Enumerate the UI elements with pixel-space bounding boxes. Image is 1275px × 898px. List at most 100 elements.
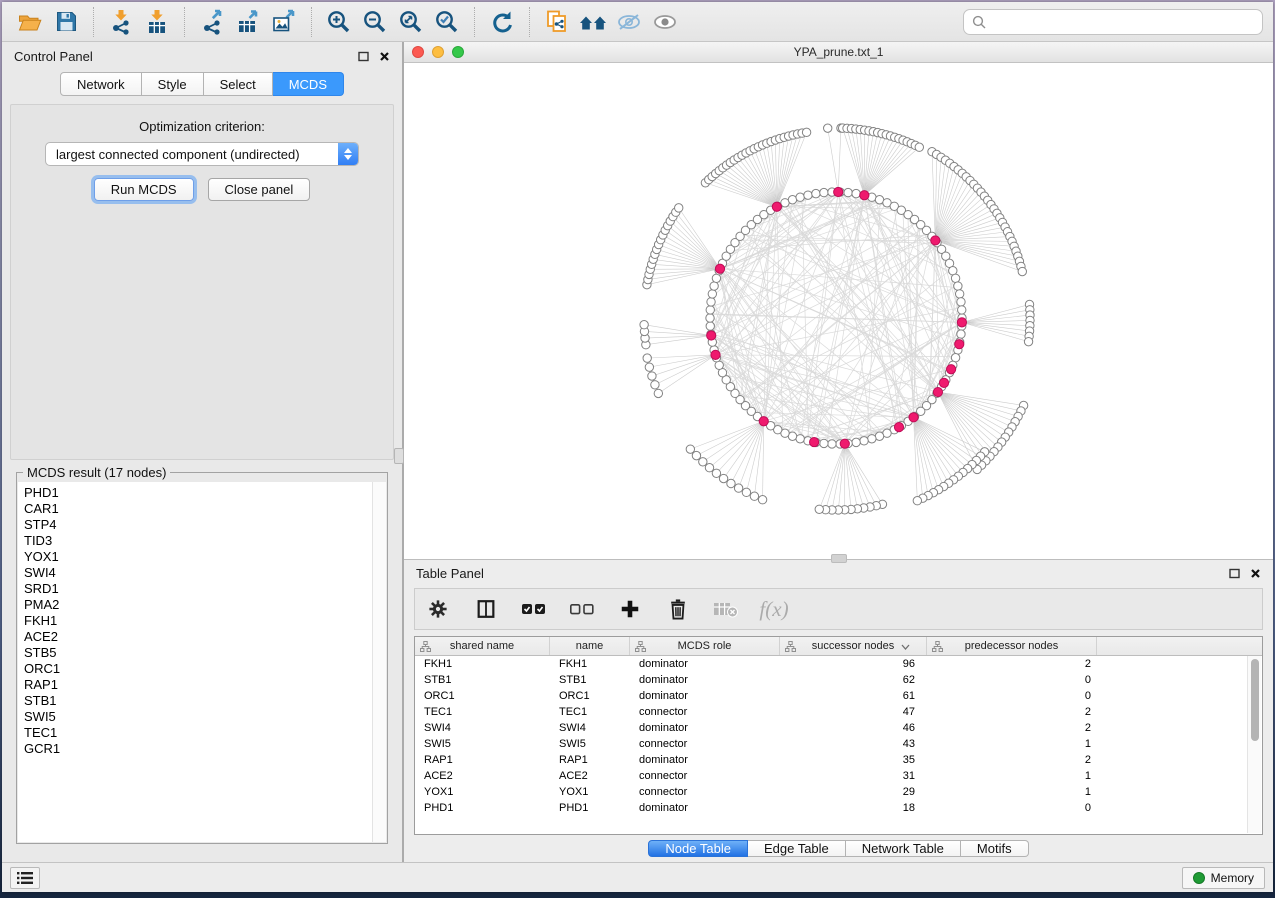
mcds-node-item[interactable]: PHD1 — [24, 485, 386, 501]
add-column-icon[interactable] — [617, 594, 643, 624]
network-leaf-node[interactable] — [651, 381, 659, 389]
network-node[interactable] — [708, 290, 716, 298]
window-close-icon[interactable] — [412, 46, 424, 58]
mcds-node[interactable] — [955, 340, 964, 349]
first-neighbors-icon[interactable] — [575, 6, 611, 38]
hide-selected-icon[interactable] — [611, 6, 647, 38]
float-table-panel-icon[interactable] — [1229, 568, 1240, 579]
table-scrollbar[interactable] — [1247, 656, 1261, 833]
mcds-node[interactable] — [759, 417, 768, 426]
network-leaf-node[interactable] — [727, 479, 735, 487]
table-row[interactable]: PHD1PHD1dominator180 — [415, 800, 1247, 816]
export-image-icon[interactable] — [266, 6, 302, 38]
network-leaf-node[interactable] — [692, 451, 700, 459]
network-leaf-node[interactable] — [1018, 267, 1026, 275]
network-leaf-node[interactable] — [643, 354, 651, 362]
table-row[interactable]: SWI5SWI5connector431 — [415, 736, 1247, 752]
close-panel-icon[interactable] — [379, 51, 390, 62]
search-field[interactable] — [963, 9, 1263, 35]
network-node[interactable] — [955, 290, 963, 298]
network-leaf-node[interactable] — [758, 496, 766, 504]
network-leaf-node[interactable] — [734, 484, 742, 492]
mcds-node[interactable] — [957, 318, 966, 327]
network-node[interactable] — [954, 282, 962, 290]
network-leaf-node[interactable] — [1024, 337, 1032, 345]
network-leaf-node[interactable] — [815, 505, 823, 513]
network-node[interactable] — [957, 330, 965, 338]
network-leaf-node[interactable] — [913, 497, 921, 505]
mcds-node-item[interactable]: TID3 — [24, 533, 386, 549]
deselect-all-icon[interactable] — [569, 594, 595, 624]
mcds-node[interactable] — [810, 437, 819, 446]
mcds-node-item[interactable]: CAR1 — [24, 501, 386, 517]
network-node[interactable] — [828, 440, 836, 448]
network-node[interactable] — [844, 188, 852, 196]
task-history-button[interactable] — [10, 867, 40, 889]
network-node[interactable] — [706, 306, 714, 314]
mcds-node[interactable] — [834, 187, 843, 196]
network-leaf-node[interactable] — [645, 363, 653, 371]
network-node[interactable] — [796, 193, 804, 201]
column-header-shared-name[interactable]: shared name — [415, 637, 550, 655]
network-node[interactable] — [951, 274, 959, 282]
table-row[interactable]: SWI4SWI4dominator462 — [415, 720, 1247, 736]
search-input[interactable] — [991, 14, 1254, 29]
mcds-node[interactable] — [711, 350, 720, 359]
mcds-node-item[interactable]: YOX1 — [24, 549, 386, 565]
table-row[interactable]: FKH1FKH1dominator962 — [415, 656, 1247, 672]
table-row[interactable]: TEC1TEC1connector472 — [415, 704, 1247, 720]
tab-motifs[interactable]: Motifs — [961, 840, 1029, 857]
open-file-icon[interactable] — [12, 6, 48, 38]
mcds-node[interactable] — [894, 423, 903, 432]
network-canvas[interactable] — [404, 63, 1273, 559]
mcds-result-list[interactable]: PHD1CAR1STP4TID3YOX1SWI4SRD1PMA2FKH1ACE2… — [18, 482, 386, 842]
mcds-node-item[interactable]: RAP1 — [24, 677, 386, 693]
mcds-node[interactable] — [909, 413, 918, 422]
network-leaf-node[interactable] — [915, 143, 923, 151]
column-header-mcds-role[interactable]: MCDS role — [630, 637, 780, 655]
settings-gear-icon[interactable] — [425, 594, 451, 624]
network-leaf-node[interactable] — [654, 389, 662, 397]
network-leaf-node[interactable] — [824, 124, 832, 132]
run-mcds-button[interactable]: Run MCDS — [94, 178, 194, 201]
network-graph[interactable] — [404, 63, 1272, 560]
mcds-node-item[interactable]: ACE2 — [24, 629, 386, 645]
network-leaf-node[interactable] — [750, 492, 758, 500]
table-row[interactable]: RAP1RAP1dominator352 — [415, 752, 1247, 768]
duplicate-network-icon[interactable] — [539, 6, 575, 38]
mcds-node-item[interactable]: SRD1 — [24, 581, 386, 597]
mcds-node-item[interactable]: FKH1 — [24, 613, 386, 629]
network-node[interactable] — [820, 188, 828, 196]
export-table-icon[interactable] — [230, 6, 266, 38]
mcds-node-item[interactable]: STB5 — [24, 645, 386, 661]
tab-style[interactable]: Style — [142, 72, 204, 96]
mcds-node[interactable] — [707, 331, 716, 340]
network-node[interactable] — [710, 282, 718, 290]
mcds-node-item[interactable]: STB1 — [24, 693, 386, 709]
mcds-list-scrollbar[interactable] — [372, 482, 386, 842]
network-leaf-node[interactable] — [705, 464, 713, 472]
delete-column-icon[interactable] — [665, 594, 691, 624]
tab-network[interactable]: Network — [60, 72, 142, 96]
network-leaf-node[interactable] — [640, 321, 648, 329]
network-node[interactable] — [820, 439, 828, 447]
column-header-successor-nodes[interactable]: successor nodes — [780, 637, 927, 655]
network-node[interactable] — [804, 191, 812, 199]
network-node[interactable] — [852, 438, 860, 446]
export-network-icon[interactable] — [194, 6, 230, 38]
network-node[interactable] — [706, 314, 714, 322]
sort-caret-icon[interactable] — [901, 644, 910, 650]
mcds-node[interactable] — [715, 264, 724, 273]
network-leaf-node[interactable] — [675, 204, 683, 212]
network-leaf-node[interactable] — [699, 458, 707, 466]
mcds-node[interactable] — [947, 365, 956, 374]
show-columns-icon[interactable] — [473, 594, 499, 624]
close-panel-button[interactable]: Close panel — [208, 178, 311, 201]
network-node[interactable] — [875, 432, 883, 440]
mcds-node[interactable] — [860, 191, 869, 200]
mcds-node-item[interactable]: PMA2 — [24, 597, 386, 613]
table-row[interactable]: YOX1YOX1connector291 — [415, 784, 1247, 800]
refresh-view-icon[interactable] — [484, 6, 520, 38]
mcds-node-item[interactable]: ORC1 — [24, 661, 386, 677]
import-table-icon[interactable] — [139, 6, 175, 38]
